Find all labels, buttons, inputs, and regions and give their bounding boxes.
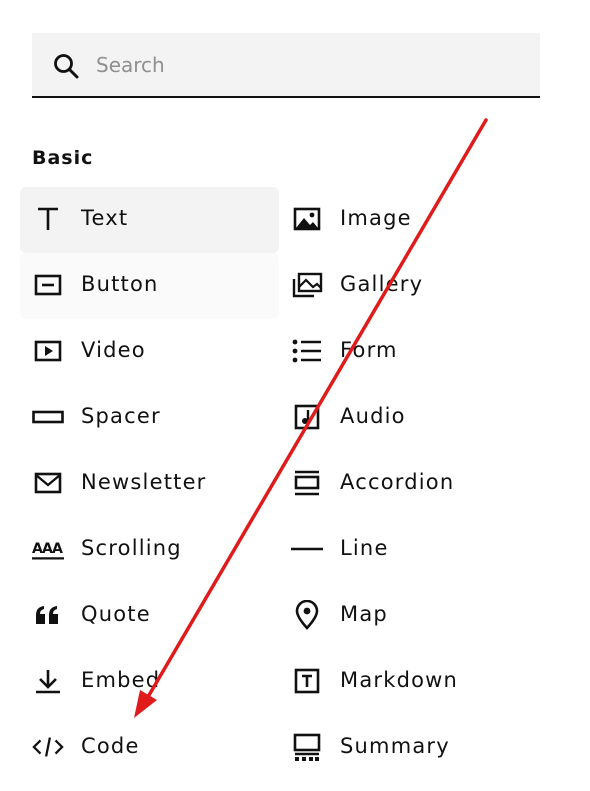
quote-icon xyxy=(32,601,64,629)
block-label: Summary xyxy=(340,734,450,758)
block-label: Image xyxy=(340,206,412,230)
block-item-gallery[interactable]: Gallery xyxy=(279,253,540,319)
video-icon xyxy=(32,337,64,365)
block-item-line[interactable]: Line xyxy=(279,517,540,583)
block-item-code[interactable]: Code xyxy=(20,715,279,781)
line-icon xyxy=(291,535,323,563)
block-label: Accordion xyxy=(340,470,455,494)
block-label: Text xyxy=(81,206,129,230)
button-icon xyxy=(32,271,64,299)
block-item-markdown[interactable]: Markdown xyxy=(279,649,540,715)
spacer-icon xyxy=(32,403,64,431)
block-item-spacer[interactable]: Spacer xyxy=(20,385,279,451)
block-item-image[interactable]: Image xyxy=(279,187,540,253)
block-item-button[interactable]: Button xyxy=(20,253,279,319)
block-label: Line xyxy=(340,536,389,560)
block-label: Audio xyxy=(340,404,406,428)
block-item-summary[interactable]: Summary xyxy=(279,715,540,781)
block-label: Code xyxy=(81,734,140,758)
block-label: Button xyxy=(81,272,159,296)
gallery-icon xyxy=(291,271,323,299)
search-input[interactable] xyxy=(96,47,516,83)
section-title-basic: Basic xyxy=(32,147,94,169)
block-label: Scrolling xyxy=(81,536,182,560)
block-label: Form xyxy=(340,338,398,362)
block-item-scrolling[interactable]: AAA Scrolling xyxy=(20,517,279,583)
block-item-audio[interactable]: Audio xyxy=(279,385,540,451)
block-label: Gallery xyxy=(340,272,424,296)
block-grid: Text Image Button Gallery Video Form Spa… xyxy=(20,187,540,781)
block-item-accordion[interactable]: Accordion xyxy=(279,451,540,517)
markdown-icon xyxy=(291,667,323,695)
text-icon xyxy=(32,205,64,233)
newsletter-icon xyxy=(32,469,64,497)
block-item-quote[interactable]: Quote xyxy=(20,583,279,649)
accordion-icon xyxy=(291,469,323,497)
embed-icon xyxy=(32,667,64,695)
search-icon xyxy=(54,54,79,79)
block-item-newsletter[interactable]: Newsletter xyxy=(20,451,279,517)
block-label: Markdown xyxy=(340,668,459,692)
audio-icon xyxy=(291,403,323,431)
block-label: Newsletter xyxy=(81,470,207,494)
summary-icon xyxy=(291,733,323,761)
search-bar[interactable] xyxy=(32,33,540,98)
map-pin-icon xyxy=(291,600,323,630)
form-icon xyxy=(291,337,323,365)
block-item-embed[interactable]: Embed xyxy=(20,649,279,715)
block-label: Embed xyxy=(81,668,161,692)
block-item-text[interactable]: Text xyxy=(20,187,279,253)
code-icon xyxy=(32,733,64,761)
block-label: Quote xyxy=(81,602,151,626)
image-icon xyxy=(291,205,323,233)
block-label: Video xyxy=(81,338,146,362)
block-item-video[interactable]: Video xyxy=(20,319,279,385)
scrolling-icon: AAA xyxy=(32,535,64,563)
block-item-map[interactable]: Map xyxy=(279,583,540,649)
block-label: Map xyxy=(340,602,388,626)
block-item-form[interactable]: Form xyxy=(279,319,540,385)
svg-text:AAA: AAA xyxy=(32,541,63,557)
block-label: Spacer xyxy=(81,404,161,428)
